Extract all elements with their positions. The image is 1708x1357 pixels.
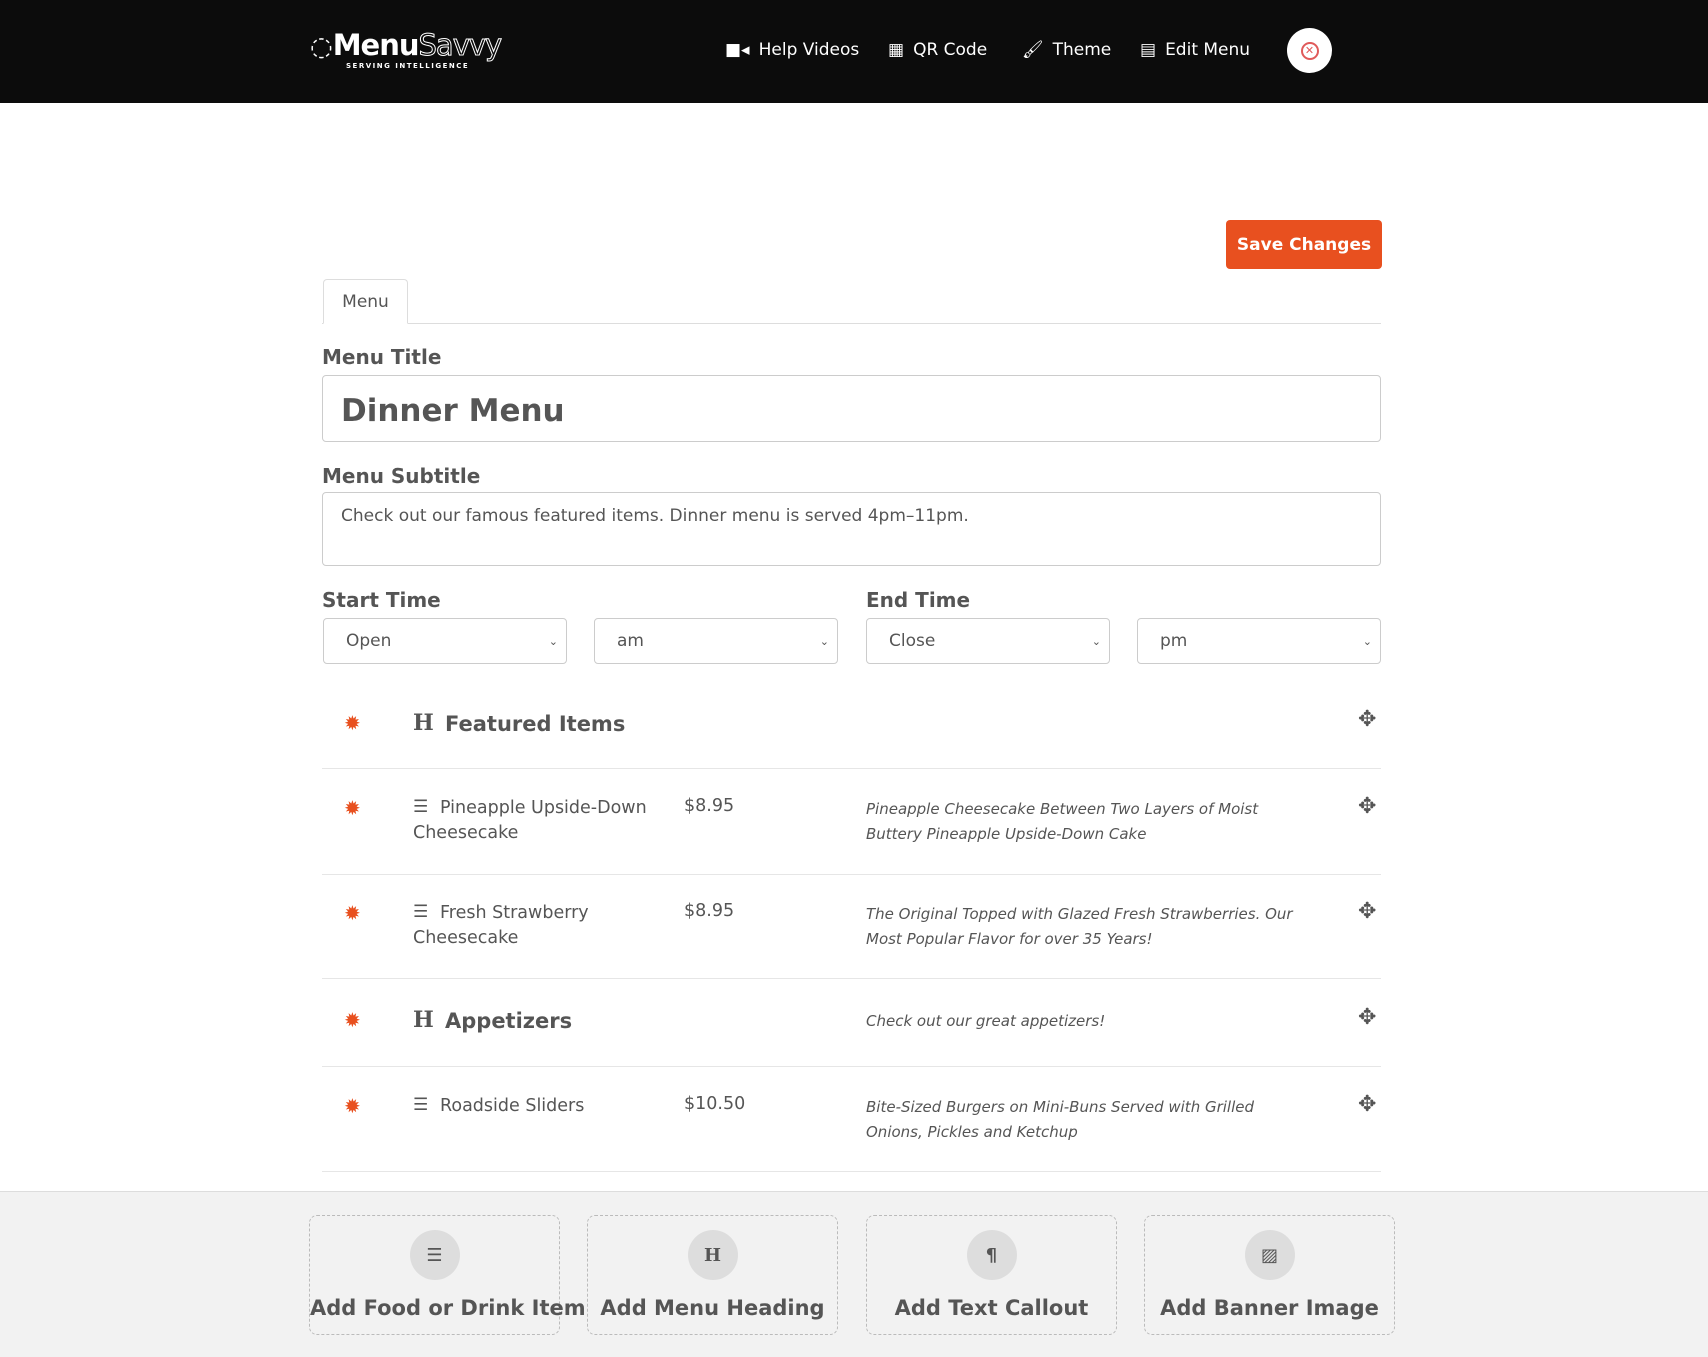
image-icon: ▨	[1244, 1230, 1295, 1280]
heading-icon: H	[687, 1230, 738, 1280]
gear-icon[interactable]: ✹	[344, 1094, 361, 1118]
move-handle-icon[interactable]: ✥	[1358, 1005, 1376, 1030]
qrcode-icon: ▦	[888, 40, 905, 60]
menu-heading-row[interactable]: ✹ H Appetizers Check out our great appet…	[322, 979, 1381, 1067]
menu-subtitle-textarea[interactable]: Check out our famous featured items. Din…	[322, 492, 1381, 566]
brush-icon: 🖌	[1022, 40, 1044, 60]
move-handle-icon[interactable]: ✥	[1358, 1092, 1376, 1117]
top-navbar: ◌MenuSavvy SERVING INTELLIGENCE ■◂ Help V…	[0, 0, 1708, 103]
list-icon: ☰	[409, 1230, 460, 1280]
move-handle-icon[interactable]: ✥	[1358, 899, 1376, 924]
menu-title-input[interactable]: Dinner Menu	[322, 375, 1381, 442]
nav-edit-menu[interactable]: ▤ Edit Menu	[1140, 40, 1250, 60]
add-menu-heading-button[interactable]: H Add Menu Heading	[587, 1215, 838, 1335]
start-time-select[interactable]: Open ⌄	[323, 618, 567, 664]
chevron-down-icon: ⌄	[819, 634, 829, 648]
end-ampm-select[interactable]: pm ⌄	[1137, 618, 1381, 664]
move-handle-icon[interactable]: ✥	[1358, 707, 1376, 732]
menu-item-row[interactable]: ✹ ☰ Fresh Strawberry Cheesecake $8.95 Th…	[322, 875, 1381, 979]
menu-item-row[interactable]: ✹ ☰ Pineapple Upside-Down Cheesecake $8.…	[322, 769, 1381, 875]
tab-divider	[322, 323, 1381, 324]
start-time-label: Start Time	[322, 588, 441, 612]
move-handle-icon[interactable]: ✥	[1358, 794, 1376, 819]
nav-qr-code[interactable]: ▦ QR Code	[888, 40, 987, 60]
gear-icon[interactable]: ✹	[344, 901, 361, 925]
video-icon: ■◂	[725, 40, 750, 60]
add-text-callout-button[interactable]: ¶ Add Text Callout	[866, 1215, 1117, 1335]
tab-menu[interactable]: Menu	[323, 279, 408, 324]
menu-item-row[interactable]: ✹ ☰ Roadside Sliders $10.50 Bite-Sized B…	[322, 1067, 1381, 1172]
start-ampm-select[interactable]: am ⌄	[594, 618, 838, 664]
save-changes-button[interactable]: Save Changes	[1226, 220, 1382, 269]
chevron-down-icon: ⌄	[548, 634, 558, 648]
add-food-item-button[interactable]: ☰ Add Food or Drink Item	[309, 1215, 586, 1335]
menu-title-label: Menu Title	[322, 345, 442, 369]
heading-icon: H	[413, 1007, 434, 1033]
heading-icon: H	[413, 710, 434, 736]
end-time-label: End Time	[866, 588, 971, 612]
chevron-down-icon: ⌄	[1091, 634, 1101, 648]
gear-icon[interactable]: ✹	[344, 796, 361, 820]
restaurant-logo-icon: ✕	[1300, 41, 1319, 60]
gear-icon[interactable]: ✹	[344, 711, 361, 735]
list-icon: ▤	[1140, 40, 1157, 60]
nav-help-videos[interactable]: ■◂ Help Videos	[725, 40, 859, 60]
end-time-select[interactable]: Close ⌄	[866, 618, 1110, 664]
add-content-toolbar	[0, 1191, 1708, 1357]
logo-icon: ◌	[310, 32, 333, 62]
avatar[interactable]: ✕	[1287, 28, 1332, 73]
add-banner-image-button[interactable]: ▨ Add Banner Image	[1144, 1215, 1395, 1335]
paragraph-icon: ¶	[966, 1230, 1017, 1280]
nav-theme[interactable]: 🖌 Theme	[1022, 40, 1111, 60]
menusavvy-logo[interactable]: ◌MenuSavvy SERVING INTELLIGENCE	[310, 28, 503, 71]
menu-subtitle-label: Menu Subtitle	[322, 464, 481, 488]
gear-icon[interactable]: ✹	[344, 1008, 361, 1032]
menu-heading-row[interactable]: ✹ H Featured Items ✥	[322, 690, 1381, 769]
chevron-down-icon: ⌄	[1362, 634, 1372, 648]
